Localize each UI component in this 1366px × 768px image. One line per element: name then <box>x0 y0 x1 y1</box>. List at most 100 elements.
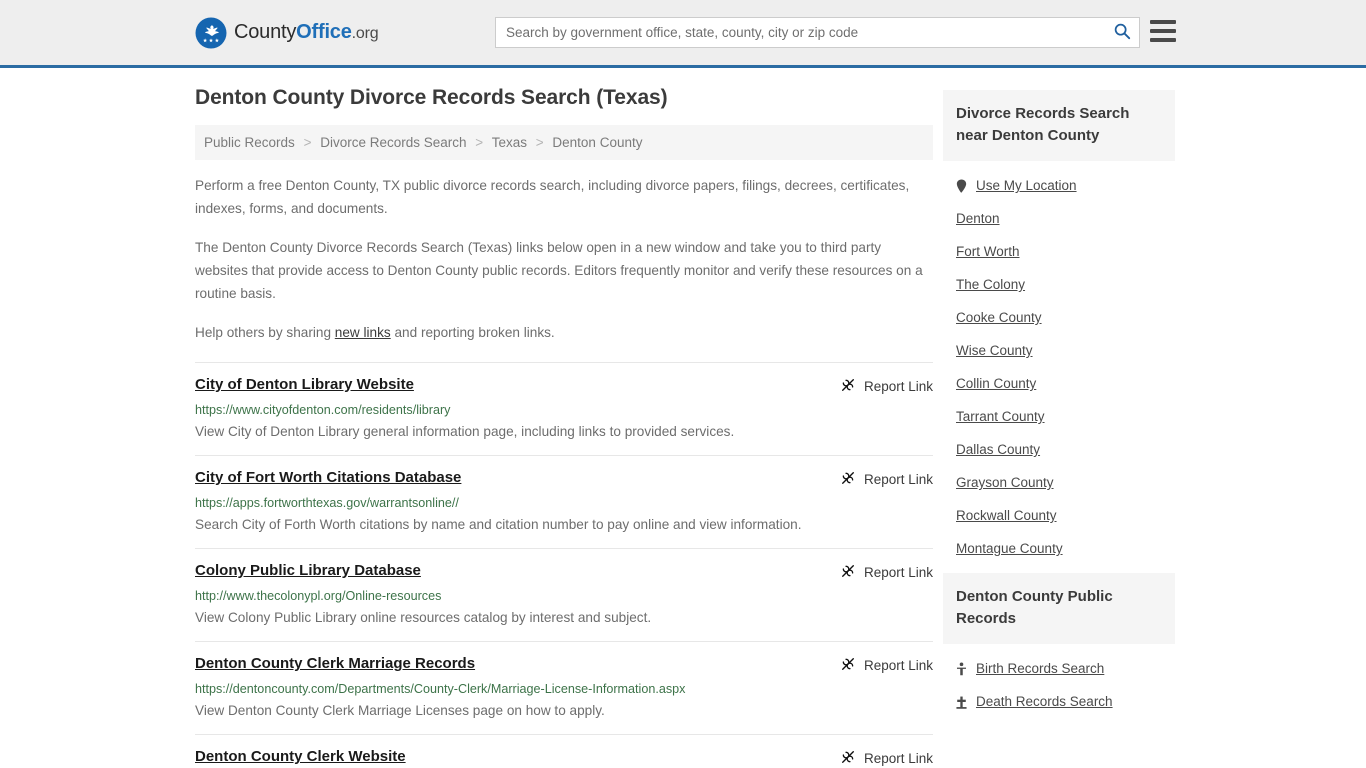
page-title: Denton County Divorce Records Search (Te… <box>195 86 668 109</box>
sidebar-item-death-records-search[interactable]: Death Records Search <box>956 685 1175 718</box>
listing-title-link[interactable]: Denton County Clerk Marriage Records <box>195 655 475 672</box>
hamburger-bar-2 <box>1150 29 1176 33</box>
sidebar-item-fort-worth[interactable]: Fort Worth <box>956 235 1175 268</box>
broken-link-icon <box>840 377 856 396</box>
report-link-label: Report Link <box>863 565 933 580</box>
hamburger-bar-3 <box>1150 38 1176 42</box>
sidebar-item-label: Cooke County <box>956 310 1042 325</box>
report-link-button[interactable]: Report Link <box>840 748 933 768</box>
sidebar-item-use-my-location[interactable]: Use My Location <box>956 169 1175 202</box>
listing-url: https://apps.fortworthtexas.gov/warrants… <box>195 496 459 510</box>
listing-url: https://www.cityofdenton.com/residents/l… <box>195 403 451 417</box>
sidebar-item-label: The Colony <box>956 277 1026 292</box>
report-link-button[interactable]: Report Link <box>840 562 933 582</box>
listing-header: Denton County Clerk Marriage Records Rep… <box>195 655 933 675</box>
site-logo[interactable]: CountyOffice.org <box>195 17 379 49</box>
sidebar-item-label: Death Records Search <box>976 694 1113 709</box>
listing-header: Colony Public Library Database Report Li… <box>195 562 933 582</box>
intro-p3-after: and reporting broken links. <box>390 325 555 340</box>
breadcrumb-separator: > <box>535 135 544 150</box>
listing-header: Denton County Clerk Website Report Link <box>195 748 933 768</box>
sidebar-item-rockwall-county[interactable]: Rockwall County <box>956 499 1175 532</box>
sidebar-item-birth-records-search[interactable]: Birth Records Search <box>956 652 1175 685</box>
sidebar-public-records-heading: Denton County Public Records <box>943 573 1175 644</box>
listing-title-link[interactable]: Colony Public Library Database <box>195 562 421 579</box>
brand-wordmark: CountyOffice.org <box>234 21 379 44</box>
listing-item: Denton County Clerk Website Report Link … <box>195 734 933 768</box>
sidebar-nearby-heading: Divorce Records Search near Denton Count… <box>943 90 1175 161</box>
listing-item: Colony Public Library Database Report Li… <box>195 548 933 641</box>
search-bar[interactable] <box>495 17 1140 48</box>
page-body: Denton County Divorce Records Search (Te… <box>0 68 1366 768</box>
listing-description: View City of Denton Library general info… <box>195 424 735 439</box>
sidebar-item-label: Montague County <box>956 541 1063 556</box>
eagle-emblem-icon <box>195 17 227 49</box>
report-link-label: Report Link <box>863 472 933 487</box>
listing-item: City of Denton Library Website Report Li… <box>195 362 933 455</box>
sidebar-item-montague-county[interactable]: Montague County <box>956 532 1175 565</box>
intro-p3-before: Help others by sharing <box>195 325 335 340</box>
hamburger-bar-1 <box>1150 20 1176 24</box>
sidebar-public-records-list: Birth Records Search Death Records Searc… <box>943 644 1175 718</box>
sidebar-item-the-colony[interactable]: The Colony <box>956 268 1175 301</box>
sidebar-item-label: Use My Location <box>976 178 1077 193</box>
intro-paragraph-1: Perform a free Denton County, TX public … <box>195 178 910 216</box>
intro-paragraph-2: The Denton County Divorce Records Search… <box>195 240 923 301</box>
listing-title-link[interactable]: City of Fort Worth Citations Database <box>195 469 461 486</box>
main-content: Denton County Divorce Records Search (Te… <box>195 68 933 768</box>
breadcrumb-separator: > <box>475 135 484 150</box>
listing-item: Denton County Clerk Marriage Records Rep… <box>195 641 933 734</box>
sidebar-item-label: Collin County <box>956 376 1037 391</box>
breadcrumb-item-public-records[interactable]: Public Records <box>204 135 295 150</box>
breadcrumb-item-divorce-records-search[interactable]: Divorce Records Search <box>320 135 466 150</box>
sidebar-item-tarrant-county[interactable]: Tarrant County <box>956 400 1175 433</box>
search-input[interactable] <box>496 18 1105 47</box>
report-link-button[interactable]: Report Link <box>840 655 933 675</box>
report-link-button[interactable]: Report Link <box>840 469 933 489</box>
listing-header: City of Fort Worth Citations Database Re… <box>195 469 933 489</box>
breadcrumb-item-texas[interactable]: Texas <box>492 135 527 150</box>
listing-header: City of Denton Library Website Report Li… <box>195 376 933 396</box>
sidebar: Divorce Records Search near Denton Count… <box>943 68 1175 726</box>
broken-link-icon <box>840 563 856 582</box>
search-button[interactable] <box>1105 18 1139 47</box>
broken-link-icon <box>840 749 856 768</box>
sidebar-item-label: Rockwall County <box>956 508 1057 523</box>
listing-url: https://dentoncounty.com/Departments/Cou… <box>195 682 686 696</box>
intro-text: Perform a free Denton County, TX public … <box>195 174 933 344</box>
sidebar-nearby-box: Divorce Records Search near Denton Count… <box>943 90 1175 565</box>
report-link-label: Report Link <box>863 751 933 766</box>
sidebar-item-wise-county[interactable]: Wise County <box>956 334 1175 367</box>
sidebar-item-label: Wise County <box>956 343 1033 358</box>
listing-title-link[interactable]: City of Denton Library Website <box>195 376 414 393</box>
baby-icon <box>956 662 967 676</box>
sidebar-item-label: Denton <box>956 211 1000 226</box>
hamburger-menu-icon[interactable] <box>1150 20 1176 42</box>
broken-link-icon <box>840 470 856 489</box>
sidebar-item-label: Birth Records Search <box>976 661 1105 676</box>
listing-item: City of Fort Worth Citations Database Re… <box>195 455 933 548</box>
broken-link-icon <box>840 656 856 675</box>
sidebar-item-cooke-county[interactable]: Cooke County <box>956 301 1175 334</box>
sidebar-item-dallas-county[interactable]: Dallas County <box>956 433 1175 466</box>
map-pin-icon <box>956 178 967 193</box>
sidebar-public-records-box: Denton County Public Records Birth Recor… <box>943 573 1175 718</box>
new-links-link[interactable]: new links <box>335 325 391 340</box>
listing-description: Search City of Forth Worth citations by … <box>195 517 802 532</box>
breadcrumb-separator: > <box>303 135 312 150</box>
report-link-button[interactable]: Report Link <box>840 376 933 396</box>
breadcrumb-item-denton-county[interactable]: Denton County <box>552 135 642 150</box>
grave-cross-icon <box>956 695 967 709</box>
intro-paragraph-3: Help others by sharing new links and rep… <box>195 321 933 344</box>
listing-description: View Colony Public Library online resour… <box>195 610 652 625</box>
sidebar-nearby-list: Use My Location Denton Fort Worth The Co… <box>943 161 1175 565</box>
search-icon <box>1113 22 1131 43</box>
sidebar-item-collin-county[interactable]: Collin County <box>956 367 1175 400</box>
listing-title-link[interactable]: Denton County Clerk Website <box>195 748 406 765</box>
brand-part-office: Office <box>296 21 352 43</box>
sidebar-item-denton[interactable]: Denton <box>956 202 1175 235</box>
listing-description: View Denton County Clerk Marriage Licens… <box>195 703 605 718</box>
sidebar-item-grayson-county[interactable]: Grayson County <box>956 466 1175 499</box>
site-header: CountyOffice.org <box>0 0 1366 68</box>
brand-part-org: .org <box>351 25 379 42</box>
